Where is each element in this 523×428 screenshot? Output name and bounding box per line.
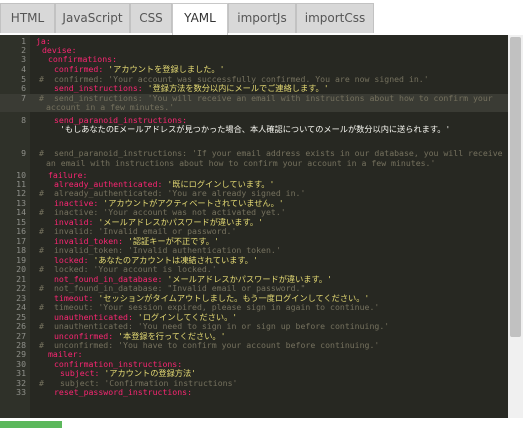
yaml-value: '登録方法を数分以内にメールでご連絡します。' bbox=[142, 83, 329, 93]
code-line[interactable]: 29 mailer: bbox=[0, 350, 508, 359]
line-number: 16 bbox=[16, 226, 26, 236]
wrapped-line: account in a few minutes.' bbox=[0, 103, 508, 112]
code-editor[interactable]: 1 ja: 2 devise: 3 confirmations: 4 confirmed: '… bbox=[0, 35, 523, 418]
yaml-comment: timeout: 'Your session expired, please s… bbox=[54, 302, 380, 312]
line-number: 7 bbox=[21, 93, 26, 103]
comment-marker: # bbox=[39, 321, 44, 331]
yaml-value: 'アカウントの登録方法' bbox=[99, 368, 197, 378]
yaml-comment: invalid: 'Invalid email or password.' bbox=[54, 226, 237, 236]
comment-marker: # bbox=[39, 264, 44, 274]
yaml-comment: send_paranoid_instructions: 'If your ema… bbox=[54, 148, 503, 158]
yaml-value: 'もしあなたのEメールアドレスが見つかった場合、本人確認についてのメールが数分以… bbox=[60, 124, 451, 134]
line-number: 3 bbox=[21, 54, 26, 64]
comment-marker: # bbox=[39, 378, 44, 388]
code-text: # invalid_token: 'Invalid authentication … bbox=[39, 245, 281, 255]
yaml-value: 'アカウントを登録しました。' bbox=[103, 64, 225, 74]
tab-bar: HTML JavaScript CSS YAML importJs import… bbox=[0, 0, 523, 35]
wrapped-comment: account in a few minutes.' bbox=[46, 102, 175, 112]
code-line[interactable]: 31 subject: 'アカウントの登録方法' bbox=[0, 369, 508, 378]
code-text: mailer: bbox=[48, 350, 83, 359]
yaml-key: send_instructions: bbox=[54, 83, 143, 93]
code-line[interactable]: 9 # send_paranoid_instructions: 'If your e… bbox=[0, 149, 508, 158]
line-number: 6 bbox=[21, 83, 26, 93]
code-line[interactable]: 12 # already_authenticated: 'You are alrea… bbox=[0, 189, 508, 198]
run-button-strip[interactable] bbox=[0, 421, 62, 428]
line-number: 8 bbox=[21, 115, 26, 125]
line-number: 22 bbox=[16, 283, 26, 293]
code-text: send_instructions: '登録方法を数分以内にメールでご連絡します… bbox=[54, 84, 329, 93]
code-line[interactable]: 33 reset_password_instructions: bbox=[0, 388, 508, 397]
tab-importjs[interactable]: importJs bbox=[228, 3, 296, 33]
footer-area bbox=[0, 418, 523, 428]
line-number: 9 bbox=[21, 148, 26, 158]
code-text: confirmations: bbox=[48, 55, 117, 64]
yaml-key: reset_password_instructions: bbox=[54, 387, 193, 397]
scrollbar-thumb[interactable] bbox=[510, 37, 521, 337]
comment-marker: # bbox=[39, 188, 44, 198]
code-line[interactable]: 26 # unauthenticated: 'You need to sign in… bbox=[0, 322, 508, 331]
yaml-comment: unauthenticated: 'You need to sign in or… bbox=[54, 321, 390, 331]
code-line[interactable]: 16 # invalid: 'Invalid email or password.' bbox=[0, 227, 508, 236]
code-text: subject: 'アカウントの登録方法' bbox=[60, 369, 196, 378]
line-number: 31 bbox=[16, 368, 26, 378]
line-number: 18 bbox=[16, 245, 26, 255]
line-number: 4 bbox=[21, 64, 26, 74]
line-number: 24 bbox=[16, 302, 26, 312]
code-text: # timeout: 'Your session expired, please … bbox=[39, 302, 380, 312]
code-line[interactable]: 22 # not_found_in_database: "Invalid email… bbox=[0, 284, 508, 293]
code-text: # unconfirmed: 'You have to confirm your … bbox=[39, 340, 380, 350]
code-text: reset_password_instructions: bbox=[54, 388, 192, 397]
yaml-key: mailer: bbox=[48, 349, 83, 359]
code-text: # unauthenticated: 'You need to sign in o… bbox=[39, 321, 390, 331]
code-line[interactable]: 4 confirmed: 'アカウントを登録しました。' bbox=[0, 65, 508, 74]
line-number: 33 bbox=[16, 387, 26, 397]
yaml-comment: invalid_token: 'Invalid authentication t… bbox=[54, 245, 281, 255]
code-line[interactable]: 18 # invalid_token: 'Invalid authenticatio… bbox=[0, 246, 508, 255]
code-text: confirmed: 'アカウントを登録しました。' bbox=[54, 65, 225, 74]
tab-html[interactable]: HTML bbox=[0, 3, 55, 33]
code-line[interactable]: 14 # inactive: 'Your account was not activ… bbox=[0, 208, 508, 217]
code-line[interactable]: 3 confirmations: bbox=[0, 55, 508, 64]
code-text: # send_paranoid_instructions: 'If your em… bbox=[39, 148, 503, 158]
yaml-comment: inactive: 'Your account was not activate… bbox=[54, 207, 286, 217]
yaml-comment: already_authenticated: 'You are already … bbox=[54, 188, 306, 198]
comment-marker: # bbox=[39, 74, 44, 84]
line-number: 14 bbox=[16, 207, 26, 217]
comment-marker: # bbox=[39, 207, 44, 217]
code-line-continuation[interactable]: 'もしあなたのEメールアドレスが見つかった場合、本人確認についてのメールが数分以… bbox=[0, 125, 508, 134]
code-text: # already_authenticated: 'You are already… bbox=[39, 188, 306, 198]
code-line[interactable]: 6 send_instructions: '登録方法を数分以内にメールでご連絡しま… bbox=[0, 84, 508, 93]
code-text: # invalid: 'Invalid email or password.' bbox=[39, 226, 237, 236]
yaml-key: subject: bbox=[60, 368, 100, 378]
comment-marker: # bbox=[39, 226, 44, 236]
code-text: # locked: 'Your account is locked.' bbox=[39, 264, 217, 274]
wrapped-line: an email with instructions about how to … bbox=[0, 159, 508, 168]
line-number: 26 bbox=[16, 321, 26, 331]
yaml-comment: not_found_in_database: "Invalid email or… bbox=[54, 283, 306, 293]
comment-marker: # bbox=[39, 93, 44, 103]
yaml-key: confirmed: bbox=[54, 64, 104, 74]
comment-marker: # bbox=[39, 283, 44, 293]
line-number: 20 bbox=[16, 264, 26, 274]
code-text: # not_found_in_database: "Invalid email o… bbox=[39, 283, 306, 293]
code-text: # inactive: 'Your account was not activat… bbox=[39, 207, 286, 217]
tab-importcss[interactable]: importCss bbox=[296, 3, 374, 33]
yaml-comment: unconfirmed: 'You have to confirm your a… bbox=[54, 340, 380, 350]
tab-css[interactable]: CSS bbox=[130, 3, 172, 33]
tab-javascript[interactable]: JavaScript bbox=[55, 3, 130, 33]
tab-yaml[interactable]: YAML bbox=[172, 3, 228, 35]
comment-marker: # bbox=[39, 302, 44, 312]
yaml-key: confirmations: bbox=[48, 54, 118, 64]
comment-marker: # bbox=[39, 148, 44, 158]
line-number: 12 bbox=[16, 188, 26, 198]
yaml-comment: locked: 'Your account is locked.' bbox=[54, 264, 217, 274]
comment-marker: # bbox=[39, 245, 44, 255]
code-line[interactable]: 20 # locked: 'Your account is locked.' bbox=[0, 265, 508, 274]
code-line[interactable]: 24 # timeout: 'Your session expired, pleas… bbox=[0, 303, 508, 312]
line-number: 29 bbox=[16, 349, 26, 359]
vertical-scrollbar[interactable] bbox=[508, 35, 523, 418]
wrapped-comment: an email with instructions about how to … bbox=[46, 158, 436, 168]
comment-marker: # bbox=[39, 340, 44, 350]
